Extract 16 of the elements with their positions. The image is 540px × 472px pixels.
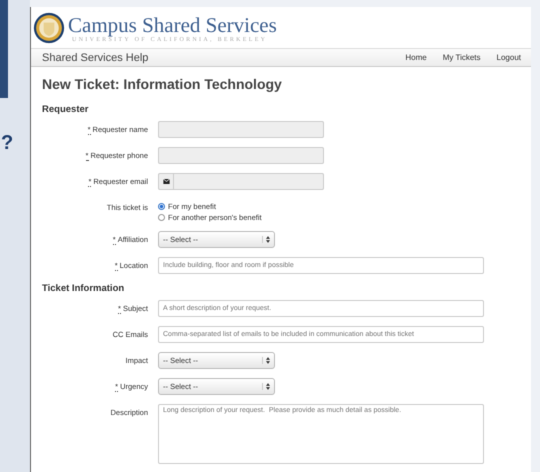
page-title: New Ticket: Information Technology — [42, 76, 283, 92]
nav-link[interactable]: Home — [405, 53, 427, 62]
envelope-icon — [162, 179, 170, 184]
nav-link[interactable]: My Tickets — [442, 53, 481, 62]
site-title: Campus Shared Services — [68, 14, 277, 36]
radio-button[interactable] — [158, 203, 165, 210]
up-down-arrows-icon — [262, 357, 270, 364]
up-down-arrows-icon — [262, 236, 270, 243]
brand-link[interactable]: Shared Services Help — [42, 52, 148, 64]
nav-link[interactable]: Logout — [496, 53, 521, 62]
section-title: Ticket Information — [42, 283, 126, 294]
section-title: Requester — [42, 104, 90, 115]
up-down-arrows-icon — [262, 383, 270, 390]
radio-button[interactable] — [158, 214, 165, 221]
seal-icon — [33, 12, 65, 44]
question-mark: ? — [1, 132, 14, 155]
